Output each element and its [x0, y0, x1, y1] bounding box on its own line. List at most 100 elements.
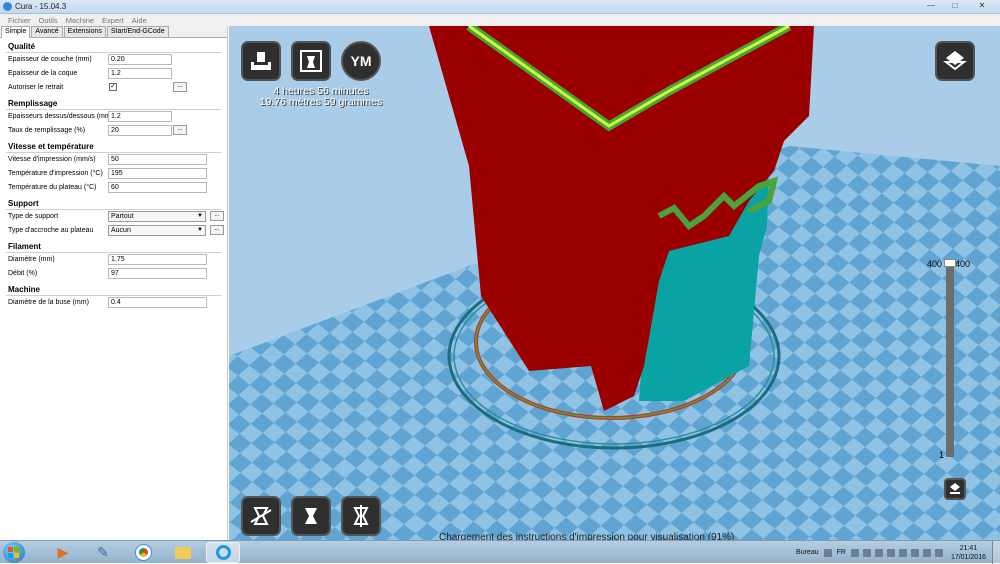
nozzle-input[interactable]: 0.4 — [108, 297, 207, 308]
shell-thickness-input[interactable]: 1.2 — [108, 68, 172, 79]
section-support: Support — [8, 199, 39, 208]
tray-app-icon[interactable] — [874, 548, 883, 557]
bottom-top-input[interactable]: 1.2 — [108, 111, 172, 122]
window-title: Cura - 15.04.3 — [15, 2, 67, 11]
support-type-value: Partout — [111, 213, 134, 220]
bed-temp-row: Température du plateau (°C) 60 — [8, 181, 227, 195]
support-type-label: Type de support — [8, 213, 59, 220]
section-qualite: Qualité — [8, 42, 36, 51]
print-temp-input[interactable]: 195 — [108, 168, 207, 179]
tray-up-icon[interactable] — [850, 548, 859, 557]
taskbar-explorer[interactable] — [166, 542, 200, 563]
language-indicator[interactable]: FR — [837, 549, 846, 556]
clock-time: 21:41 — [959, 544, 978, 552]
mirror-button[interactable] — [341, 496, 381, 536]
print-temp-row: Température d'impression (°C) 195 — [8, 167, 227, 181]
taskbar-media-player[interactable]: ▶ — [46, 542, 80, 563]
3d-viewport[interactable]: YM 4 heures 56 minutes 19.76 mètres 59 g… — [229, 26, 1000, 540]
bed-temp-input[interactable]: 60 — [108, 182, 207, 193]
rotate-button[interactable] — [241, 496, 281, 536]
layer-max-right: 400 — [955, 259, 971, 269]
menu-fichier[interactable]: Fichier — [4, 14, 35, 26]
layer-height-input[interactable]: 0.20 — [108, 54, 172, 65]
media-player-icon: ▶ — [57, 544, 69, 560]
flow-row: Débit (%) 97 — [8, 267, 227, 281]
fill-density-label: Taux de remplissage (%) — [8, 127, 86, 134]
print-speed-input[interactable]: 50 — [108, 154, 207, 165]
fill-density-row: Taux de remplissage (%) 20 ... — [8, 124, 227, 138]
taskbar-paint[interactable]: ✎ — [86, 542, 120, 563]
bottom-top-label: Epaisseurs dessus/dessous (mm) — [8, 113, 114, 120]
support-settings-button[interactable]: ... — [210, 211, 224, 221]
layer-max-left: 400 — [927, 259, 943, 269]
section-remplissage: Remplissage — [8, 99, 58, 108]
retraction-label: Autoriser le retrait — [8, 84, 64, 91]
view-mode-button[interactable] — [935, 41, 975, 81]
cura-icon — [215, 545, 231, 560]
menu-aide[interactable]: Aide — [128, 14, 151, 26]
desktop-toolbar-label[interactable]: Bureau — [796, 549, 819, 556]
layer-view-icon — [950, 483, 960, 494]
close-button[interactable]: ✕ — [968, 0, 996, 12]
adhesion-select[interactable]: Aucun ▼ — [108, 225, 206, 236]
diameter-input[interactable]: 1.75 — [108, 254, 207, 265]
rotate-icon — [250, 507, 272, 525]
fill-settings-button[interactable]: ... — [173, 125, 187, 135]
flow-input[interactable]: 97 — [108, 268, 207, 279]
load-model-icon — [251, 52, 271, 70]
show-desktop-button[interactable] — [992, 541, 1000, 564]
window-controls: — □ ✕ — [920, 0, 996, 12]
flow-label: Débit (%) — [8, 270, 38, 277]
settings-tabs: Simple Avancé Extensions Start/End-GCode — [0, 26, 227, 38]
retraction-checkbox[interactable]: ✓ — [109, 83, 117, 91]
print-estimate: 4 heures 56 minutes 19.76 mètres 59 gram… — [241, 86, 401, 108]
tab-simple[interactable]: Simple — [1, 26, 31, 38]
start-button[interactable] — [3, 542, 25, 563]
volume-icon[interactable] — [934, 548, 943, 557]
adhesion-label: Type d'accroche au plateau — [8, 227, 94, 234]
print-button[interactable] — [291, 41, 331, 81]
menu-machine[interactable]: Machine — [62, 14, 98, 26]
layer-view-button[interactable] — [944, 478, 966, 500]
network-icon[interactable] — [898, 548, 907, 557]
section-filament: Filament — [8, 242, 41, 251]
diameter-label: Diamètre (mm) — [8, 256, 55, 263]
menu-outils[interactable]: Outils — [35, 14, 62, 26]
clock-date: 17/01/2016 — [950, 553, 986, 561]
tab-avance[interactable]: Avancé — [31, 26, 63, 37]
retraction-settings-button[interactable]: ... — [173, 82, 187, 92]
clock[interactable]: 21:41 17/01/2016 — [951, 544, 986, 562]
maximize-button[interactable]: □ — [944, 0, 966, 12]
taskbar-chrome[interactable] — [126, 542, 160, 563]
windows-logo-icon — [8, 546, 19, 558]
print-temp-label: Température d'impression (°C) — [8, 170, 103, 177]
menu-expert[interactable]: Expert — [98, 14, 128, 26]
minimize-button[interactable]: — — [920, 0, 942, 12]
tray-app-icon[interactable] — [922, 548, 931, 557]
tray-app-icon[interactable] — [886, 548, 895, 557]
nozzle-row: Diamètre de la buse (mm) 0.4 — [8, 296, 227, 310]
load-model-button[interactable] — [241, 41, 281, 81]
retraction-row: Autoriser le retrait ✓ ... — [8, 81, 227, 95]
cura-app-icon — [3, 2, 12, 11]
adhesion-settings-button[interactable]: ... — [210, 225, 224, 235]
tab-start-end-gcode[interactable]: Start/End-GCode — [106, 26, 169, 37]
fill-density-input[interactable]: 20 — [108, 125, 172, 136]
support-type-select[interactable]: Partout ▼ — [108, 211, 206, 222]
adhesion-row: Type d'accroche au plateau Aucun ▼ ... — [8, 224, 227, 238]
nozzle-label: Diamètre de la buse (mm) — [8, 299, 89, 306]
tray-app-icon[interactable] — [862, 548, 871, 557]
shell-thickness-label: Epaisseur de la coque — [8, 70, 78, 77]
desktop-toolbar-icon[interactable] — [823, 548, 832, 557]
taskbar-cura[interactable] — [206, 542, 240, 563]
settings-panel: Simple Avancé Extensions Start/End-GCode… — [0, 26, 228, 540]
dropdown-arrow-icon: ▼ — [197, 227, 203, 233]
youmagine-button[interactable]: YM — [341, 41, 381, 81]
youmagine-label: YM — [350, 53, 372, 69]
layer-slider-handle[interactable] — [944, 259, 956, 267]
tab-extensions[interactable]: Extensions — [63, 26, 106, 37]
layer-slider[interactable] — [944, 259, 956, 457]
scale-button[interactable] — [291, 496, 331, 536]
tray-app-icon[interactable] — [910, 548, 919, 557]
title-bar: Cura - 15.04.3 — □ ✕ — [0, 0, 1000, 14]
